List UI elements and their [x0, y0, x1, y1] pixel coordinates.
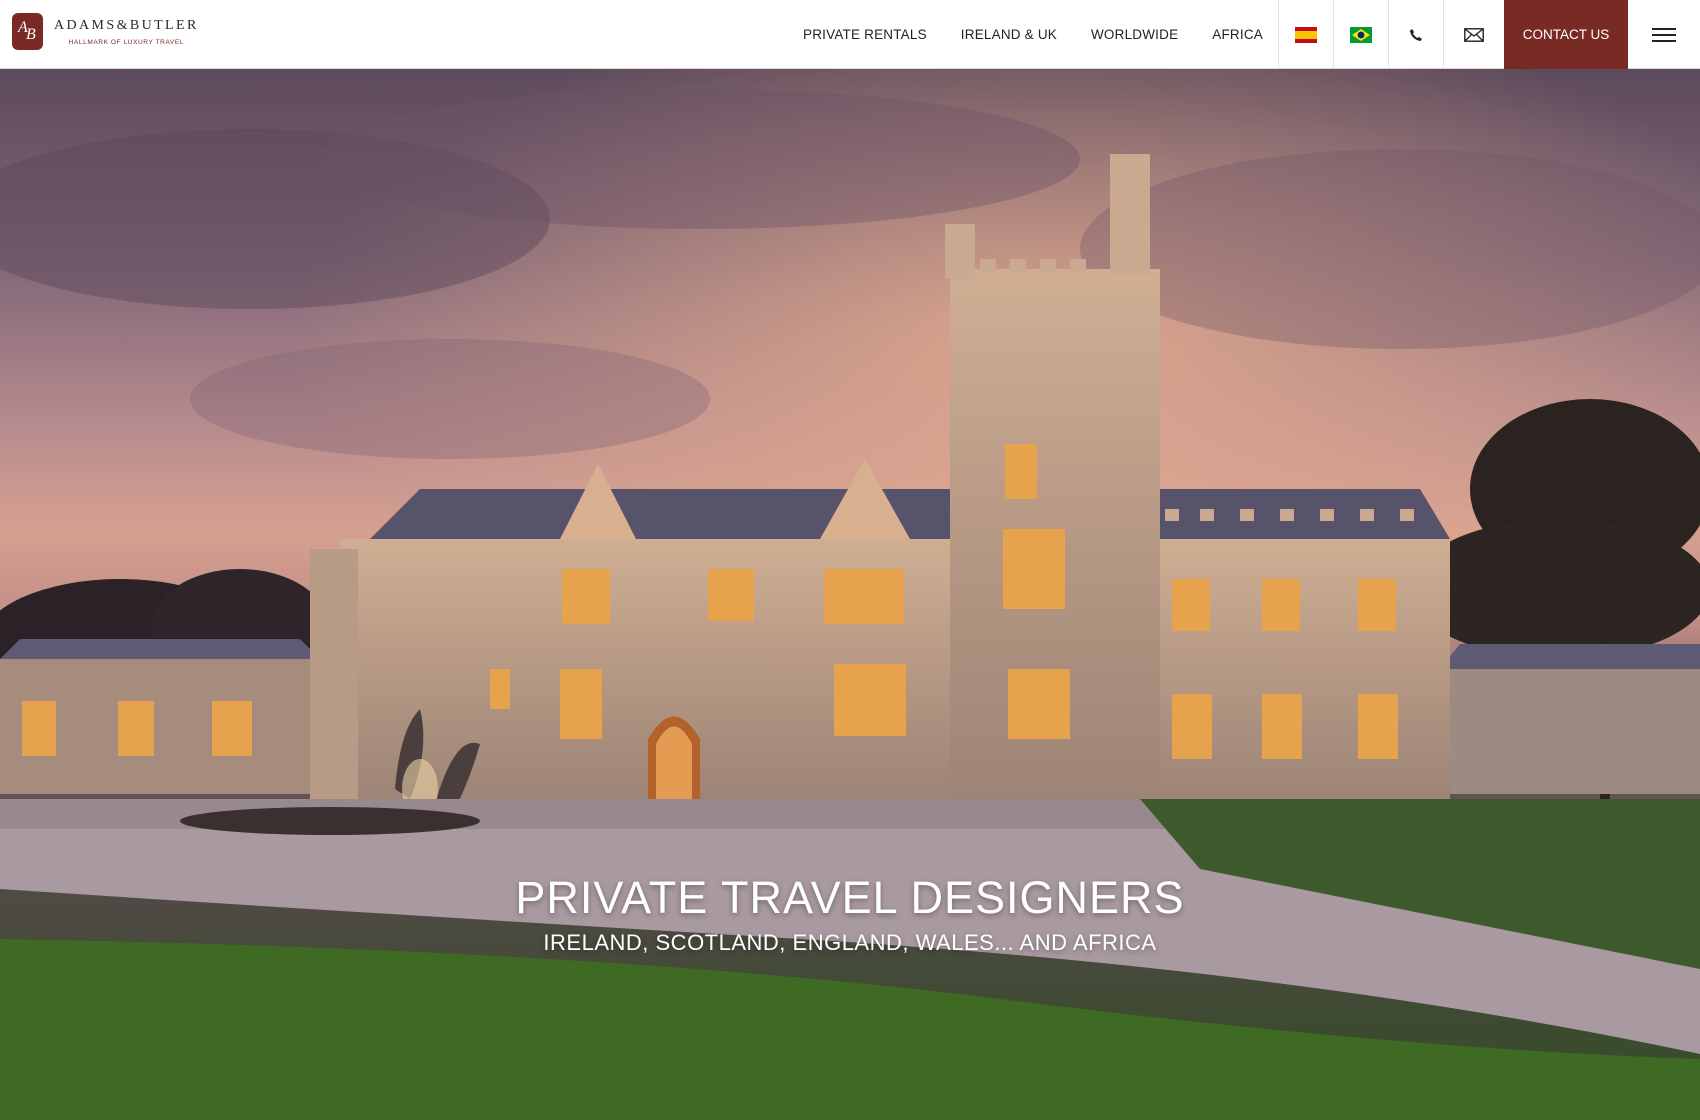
phone-icon[interactable]	[1388, 0, 1443, 69]
logo-monogram-icon: AB	[12, 13, 43, 50]
site-header: AB ADAMS&BUTLER HALLMARK OF LUXURY TRAVE…	[0, 0, 1700, 69]
brand-tagline: HALLMARK OF LUXURY TRAVEL	[68, 39, 184, 46]
brazil-flag-icon[interactable]	[1333, 0, 1388, 69]
hero-banner: PRIVATE TRAVEL DESIGNERS IRELAND, SCOTLA…	[0, 69, 1700, 1120]
brand-name: ADAMS&BUTLER	[54, 18, 199, 33]
contact-us-button[interactable]: CONTACT US	[1504, 0, 1628, 69]
hero-title: PRIVATE TRAVEL DESIGNERS	[515, 872, 1185, 923]
hamburger-menu-icon[interactable]	[1628, 0, 1700, 69]
mail-icon[interactable]	[1443, 0, 1504, 69]
nav-worldwide[interactable]: WORLDWIDE	[1074, 0, 1195, 69]
castle-photo	[0, 69, 1700, 1120]
nav-private-rentals[interactable]: PRIVATE RENTALS	[786, 0, 944, 69]
spain-flag-icon[interactable]	[1278, 0, 1333, 69]
nav-ireland-uk[interactable]: IRELAND & UK	[944, 0, 1074, 69]
brand-logo[interactable]: AB ADAMS&BUTLER HALLMARK OF LUXURY TRAVE…	[12, 13, 199, 50]
hero-subtitle: IRELAND, SCOTLAND, ENGLAND, WALES... AND…	[543, 930, 1157, 955]
nav-africa[interactable]: AFRICA	[1195, 0, 1278, 69]
main-nav: PRIVATE RENTALS IRELAND & UK WORLDWIDE A…	[786, 0, 1700, 69]
